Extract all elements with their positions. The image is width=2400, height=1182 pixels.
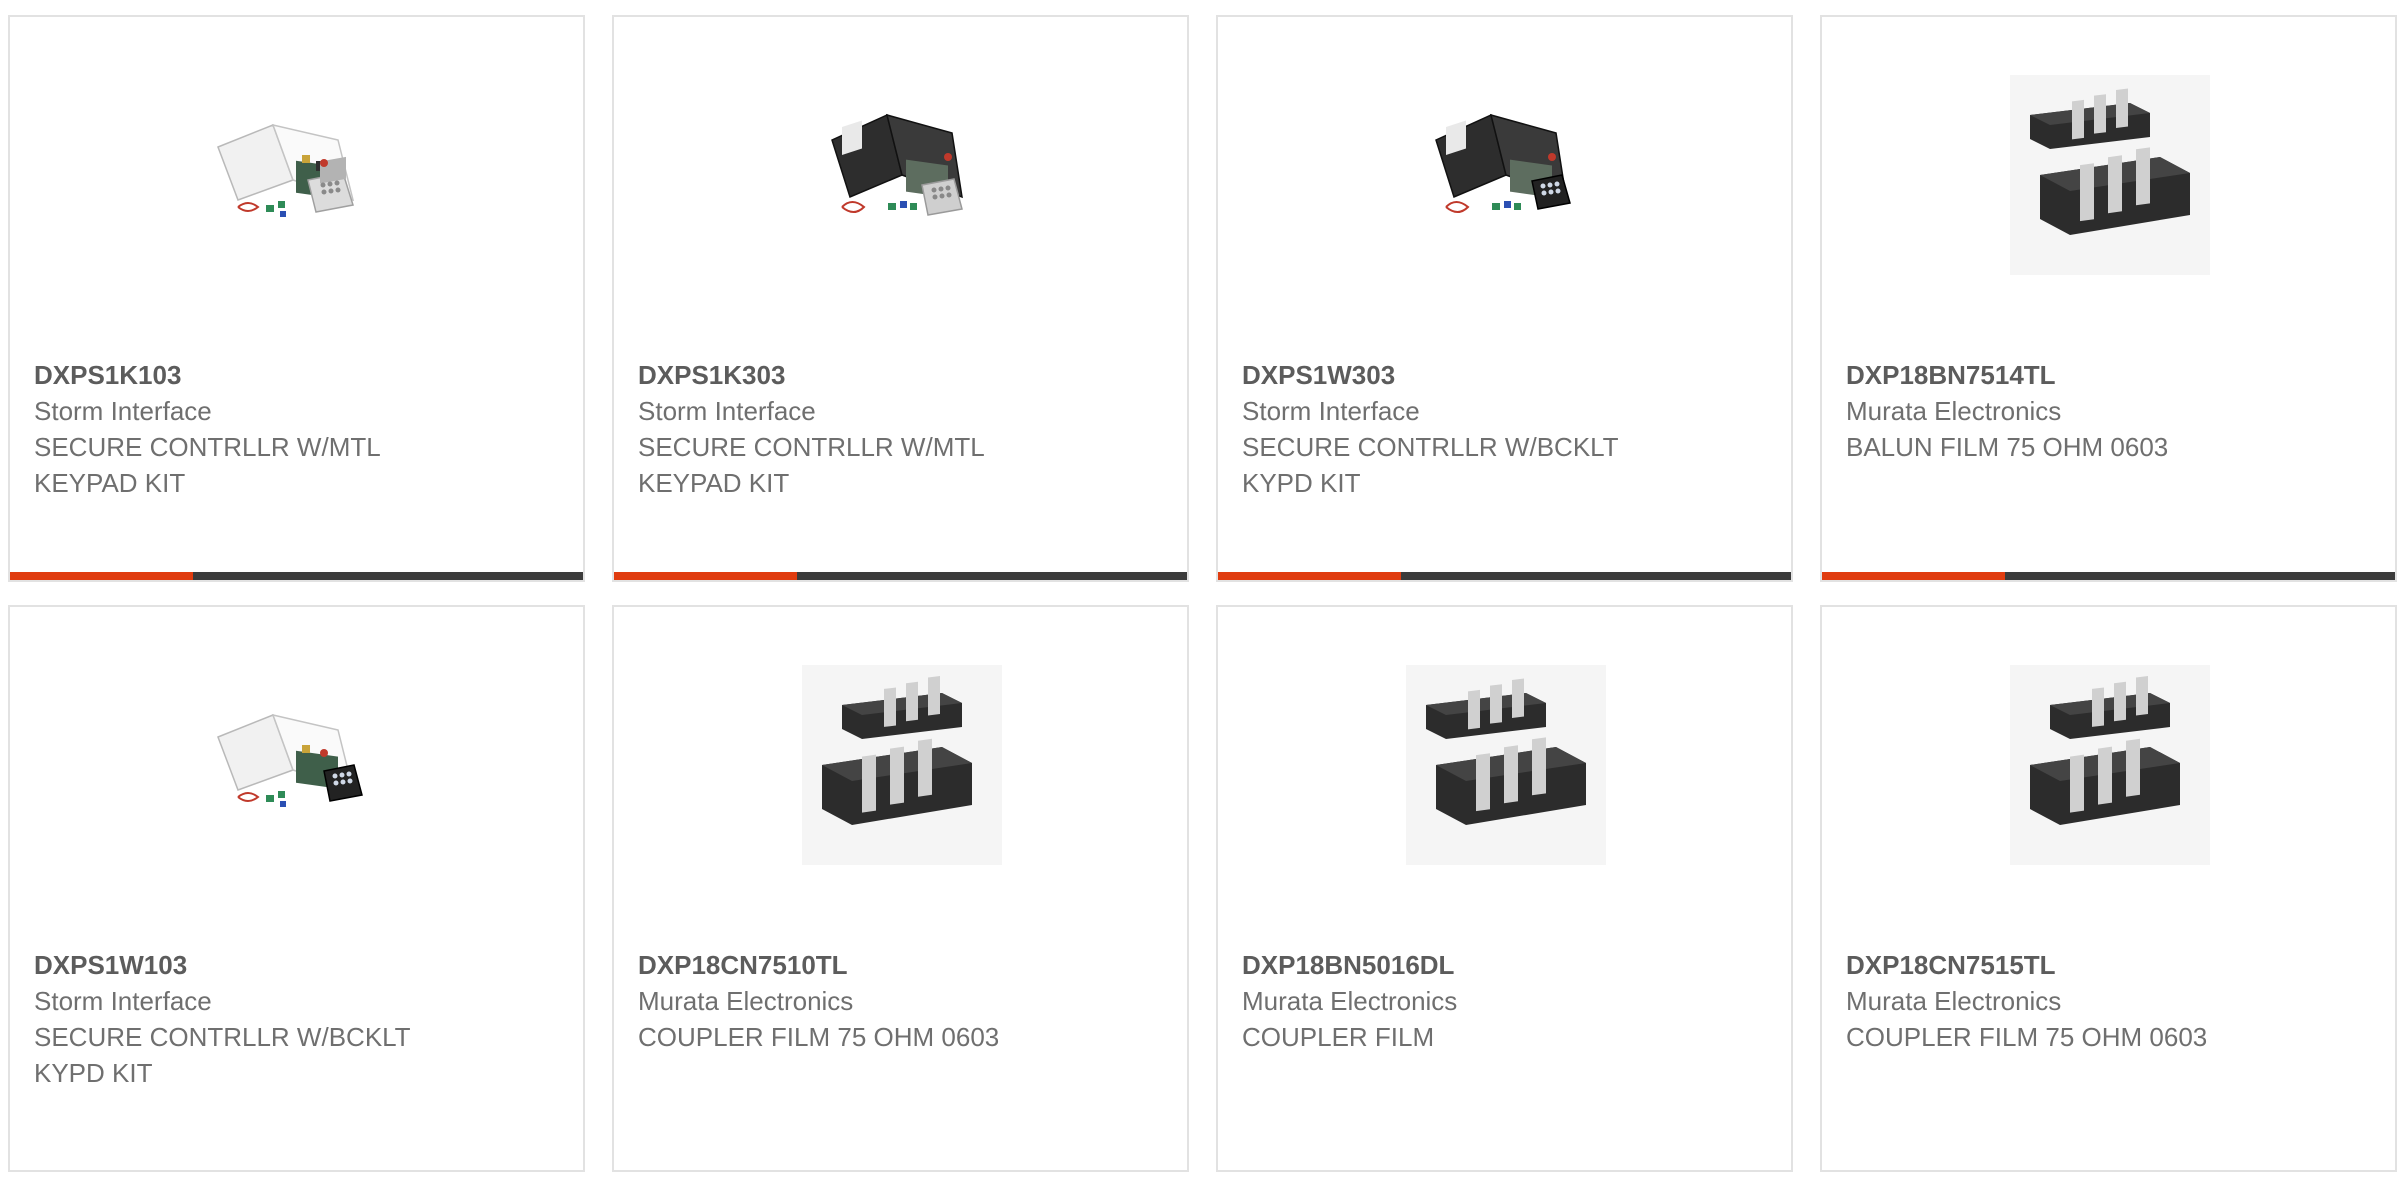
manufacturer-name: Murata Electronics [1242,986,1458,1016]
part-number[interactable]: DXP18BN5016DL [1242,947,1762,983]
smd-chip-component-image [2010,665,2210,865]
product-card[interactable]: DXPS1K303 Storm Interface SECURE CONTRLL… [612,15,1189,582]
product-description: SECURE CONTRLLR W/BCKLT KYPD KIT [1242,432,1619,498]
part-number[interactable]: DXPS1K103 [34,357,554,393]
product-info: DXP18BN5016DL Murata Electronics COUPLER… [1242,947,1762,1055]
product-description: SECURE CONTRLLR W/BCKLT KYPD KIT [34,1022,411,1088]
product-info: DXP18CN7510TL Murata Electronics COUPLER… [638,947,1158,1055]
access-control-kit-image [1435,113,1571,213]
product-info: DXP18CN7515TL Murata Electronics COUPLER… [1846,947,2366,1055]
manufacturer-name: Storm Interface [34,396,212,426]
access-control-kit-image [217,713,363,807]
product-card[interactable]: DXP18BN7514TL Murata Electronics BALUN F… [1820,15,2397,582]
part-number[interactable]: DXPS1K303 [638,357,1158,393]
manufacturer-name: Murata Electronics [638,986,854,1016]
smd-chip-component-image [802,665,1002,865]
card-progress-fill [10,572,194,580]
product-description: BALUN FILM 75 OHM 0603 [1846,432,2169,462]
product-description: COUPLER FILM 75 OHM 0603 [1846,1022,2208,1052]
manufacturer-name: Storm Interface [34,986,212,1016]
manufacturer-name: Storm Interface [638,396,816,426]
card-progress-fill [1218,572,1402,580]
product-card[interactable]: DXPS1W303 Storm Interface SECURE CONTRLL… [1216,15,1793,582]
card-progress-fill [614,572,798,580]
part-number[interactable]: DXP18BN7514TL [1846,357,2366,393]
card-progress-bar [10,572,583,580]
product-description: SECURE CONTRLLR W/MTL KEYPAD KIT [34,432,380,498]
product-description: COUPLER FILM 75 OHM 0603 [638,1022,1000,1052]
product-description: SECURE CONTRLLR W/MTL KEYPAD KIT [638,432,984,498]
product-info: DXPS1W303 Storm Interface SECURE CONTRLL… [1242,357,1762,501]
access-control-kit-image [217,123,355,217]
manufacturer-name: Murata Electronics [1846,396,2062,426]
manufacturer-name: Storm Interface [1242,396,1420,426]
card-progress-bar [1822,572,2395,580]
smd-chip-component-image [1406,665,1606,865]
card-progress-bar [1218,572,1791,580]
part-number[interactable]: DXPS1W303 [1242,357,1762,393]
product-info: DXP18BN7514TL Murata Electronics BALUN F… [1846,357,2366,465]
part-number[interactable]: DXP18CN7515TL [1846,947,2366,983]
product-grid: DXPS1K103 Storm Interface SECURE CONTRLL… [8,15,2400,1182]
product-card[interactable]: DXP18BN5016DL Murata Electronics COUPLER… [1216,605,1793,1172]
product-info: DXPS1K303 Storm Interface SECURE CONTRLL… [638,357,1158,501]
product-card[interactable]: DXPS1W103 Storm Interface SECURE CONTRLL… [8,605,585,1172]
product-card[interactable]: DXPS1K103 Storm Interface SECURE CONTRLL… [8,15,585,582]
part-number[interactable]: DXP18CN7510TL [638,947,1158,983]
product-card[interactable]: DXP18CN7515TL Murata Electronics COUPLER… [1820,605,2397,1172]
smd-chip-component-image [2010,75,2210,275]
product-description: COUPLER FILM [1242,1022,1435,1052]
product-info: DXPS1K103 Storm Interface SECURE CONTRLL… [34,357,554,501]
access-control-kit-image [831,113,963,216]
card-progress-fill [1822,572,2006,580]
card-progress-bar [614,572,1187,580]
product-card[interactable]: DXP18CN7510TL Murata Electronics COUPLER… [612,605,1189,1172]
manufacturer-name: Murata Electronics [1846,986,2062,1016]
part-number[interactable]: DXPS1W103 [34,947,554,983]
product-info: DXPS1W103 Storm Interface SECURE CONTRLL… [34,947,554,1091]
